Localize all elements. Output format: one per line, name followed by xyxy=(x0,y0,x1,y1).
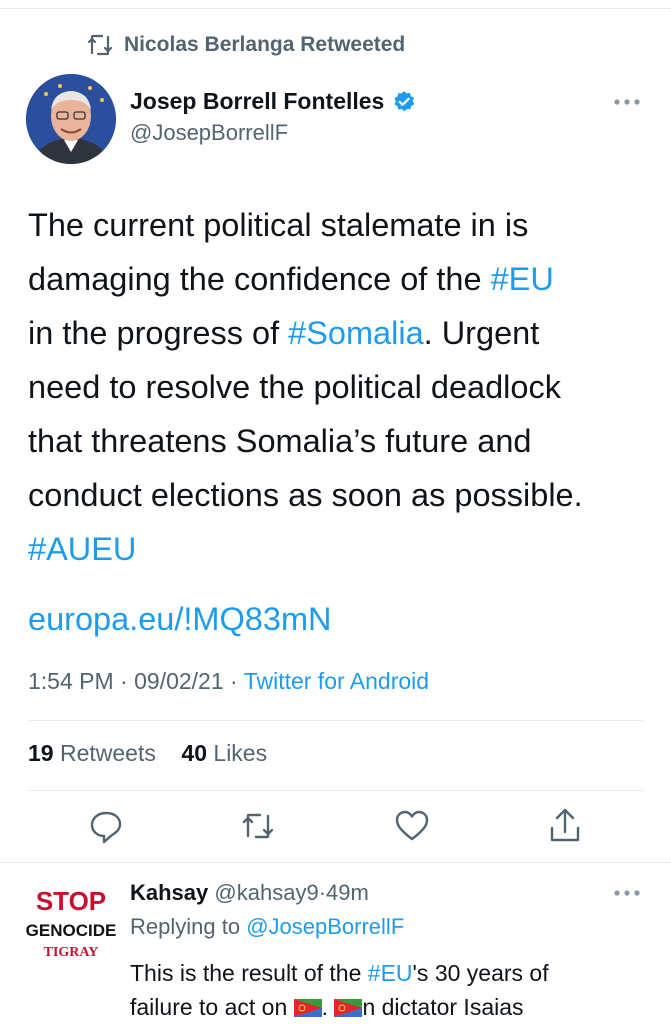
tweet-time: 1:54 PM xyxy=(28,668,114,694)
author-avatar[interactable] xyxy=(26,74,116,164)
heart-icon[interactable] xyxy=(392,806,432,846)
verified-badge-icon xyxy=(394,90,415,111)
tweet-source-link[interactable]: Twitter for Android xyxy=(244,668,429,694)
tweet-line: that threatens Somalia’s future and xyxy=(28,423,532,459)
tweet-line: conduct elections as soon as possible. xyxy=(28,477,583,513)
hashtag-aueu-link[interactable]: #AUEU xyxy=(28,522,656,576)
tweet-text: The current political stalemate in is da… xyxy=(28,198,656,646)
divider xyxy=(0,862,671,863)
tweet-line: in the progress of #Somalia. Urgent xyxy=(28,315,540,351)
share-icon[interactable] xyxy=(545,806,585,846)
hashtag-somalia-link[interactable]: #Somalia xyxy=(288,315,424,351)
retweets-label: Retweets xyxy=(59,740,156,766)
more-options-icon[interactable] xyxy=(612,888,642,898)
reply-author-handle[interactable]: @kahsay9 xyxy=(214,880,318,905)
author-name-row[interactable]: Josep Borrell Fontelles xyxy=(130,88,416,115)
retweet-icon xyxy=(87,34,113,56)
tweet-meta: 1:54 PM · 09/02/21 · Twitter for Android xyxy=(28,668,430,694)
hashtag-eu-link[interactable]: #EU xyxy=(491,261,554,297)
author-name[interactable]: Josep Borrell Fontelles xyxy=(130,88,384,115)
reply-line: failure to act on . n dictator Isaias xyxy=(130,994,524,1020)
divider xyxy=(28,720,643,721)
author-handle[interactable]: @JosepBorrellF xyxy=(130,120,288,146)
replying-to-label: Replying to xyxy=(130,914,241,939)
eritrea-flag-icon xyxy=(293,999,322,1017)
retweeted-by-header[interactable]: Nicolas Berlanga Retweeted xyxy=(86,30,405,60)
likes-stat[interactable]: 40 Likes xyxy=(181,740,267,766)
retweeted-by-label: Nicolas Berlanga Retweeted xyxy=(124,33,406,56)
reply-avatar-image: STOP GENOCIDE TIGRAY xyxy=(22,880,120,978)
eritrea-flag-icon xyxy=(334,999,363,1017)
tweet-stats: 19 Retweets 40 Likes xyxy=(28,740,267,767)
svg-text:GENOCIDE: GENOCIDE xyxy=(26,921,117,940)
hashtag-eu-link[interactable]: #EU xyxy=(368,960,413,986)
top-divider xyxy=(0,8,671,9)
more-options-icon[interactable] xyxy=(612,97,642,107)
reply-age: 49m xyxy=(326,880,369,905)
svg-text:STOP: STOP xyxy=(36,886,106,916)
retweet-icon[interactable] xyxy=(238,806,278,846)
divider xyxy=(28,790,643,791)
retweets-stat[interactable]: 19 Retweets xyxy=(28,740,156,766)
tweet-url-link[interactable]: europa.eu/!MQ83mN xyxy=(28,592,656,646)
tweet-line: damaging the confidence of the #EU xyxy=(28,261,554,297)
reply-author-name[interactable]: Kahsay xyxy=(130,880,208,905)
like-count: 40 xyxy=(181,740,208,766)
svg-text:TIGRAY: TIGRAY xyxy=(44,945,99,960)
author-avatar-image xyxy=(26,74,116,164)
tweet-line: The current political stalemate in is xyxy=(28,207,529,243)
tweet-line: need to resolve the political deadlock xyxy=(28,369,561,405)
replying-to: Replying to @JosepBorrellF xyxy=(130,914,404,940)
reply-line: This is the result of the #EU's 30 years… xyxy=(130,960,549,986)
replying-to-handle-link[interactable]: @JosepBorrellF xyxy=(246,914,404,939)
reply-author-avatar[interactable]: STOP GENOCIDE TIGRAY xyxy=(22,880,120,978)
tweet-date: 09/02/21 xyxy=(134,668,224,694)
reply-text: This is the result of the #EU's 30 years… xyxy=(130,956,650,1024)
retweet-count: 19 xyxy=(28,740,54,766)
reply-header: Kahsay @kahsay9·49m xyxy=(130,880,369,905)
reply-icon[interactable] xyxy=(86,806,126,846)
likes-label: Likes xyxy=(213,740,268,766)
